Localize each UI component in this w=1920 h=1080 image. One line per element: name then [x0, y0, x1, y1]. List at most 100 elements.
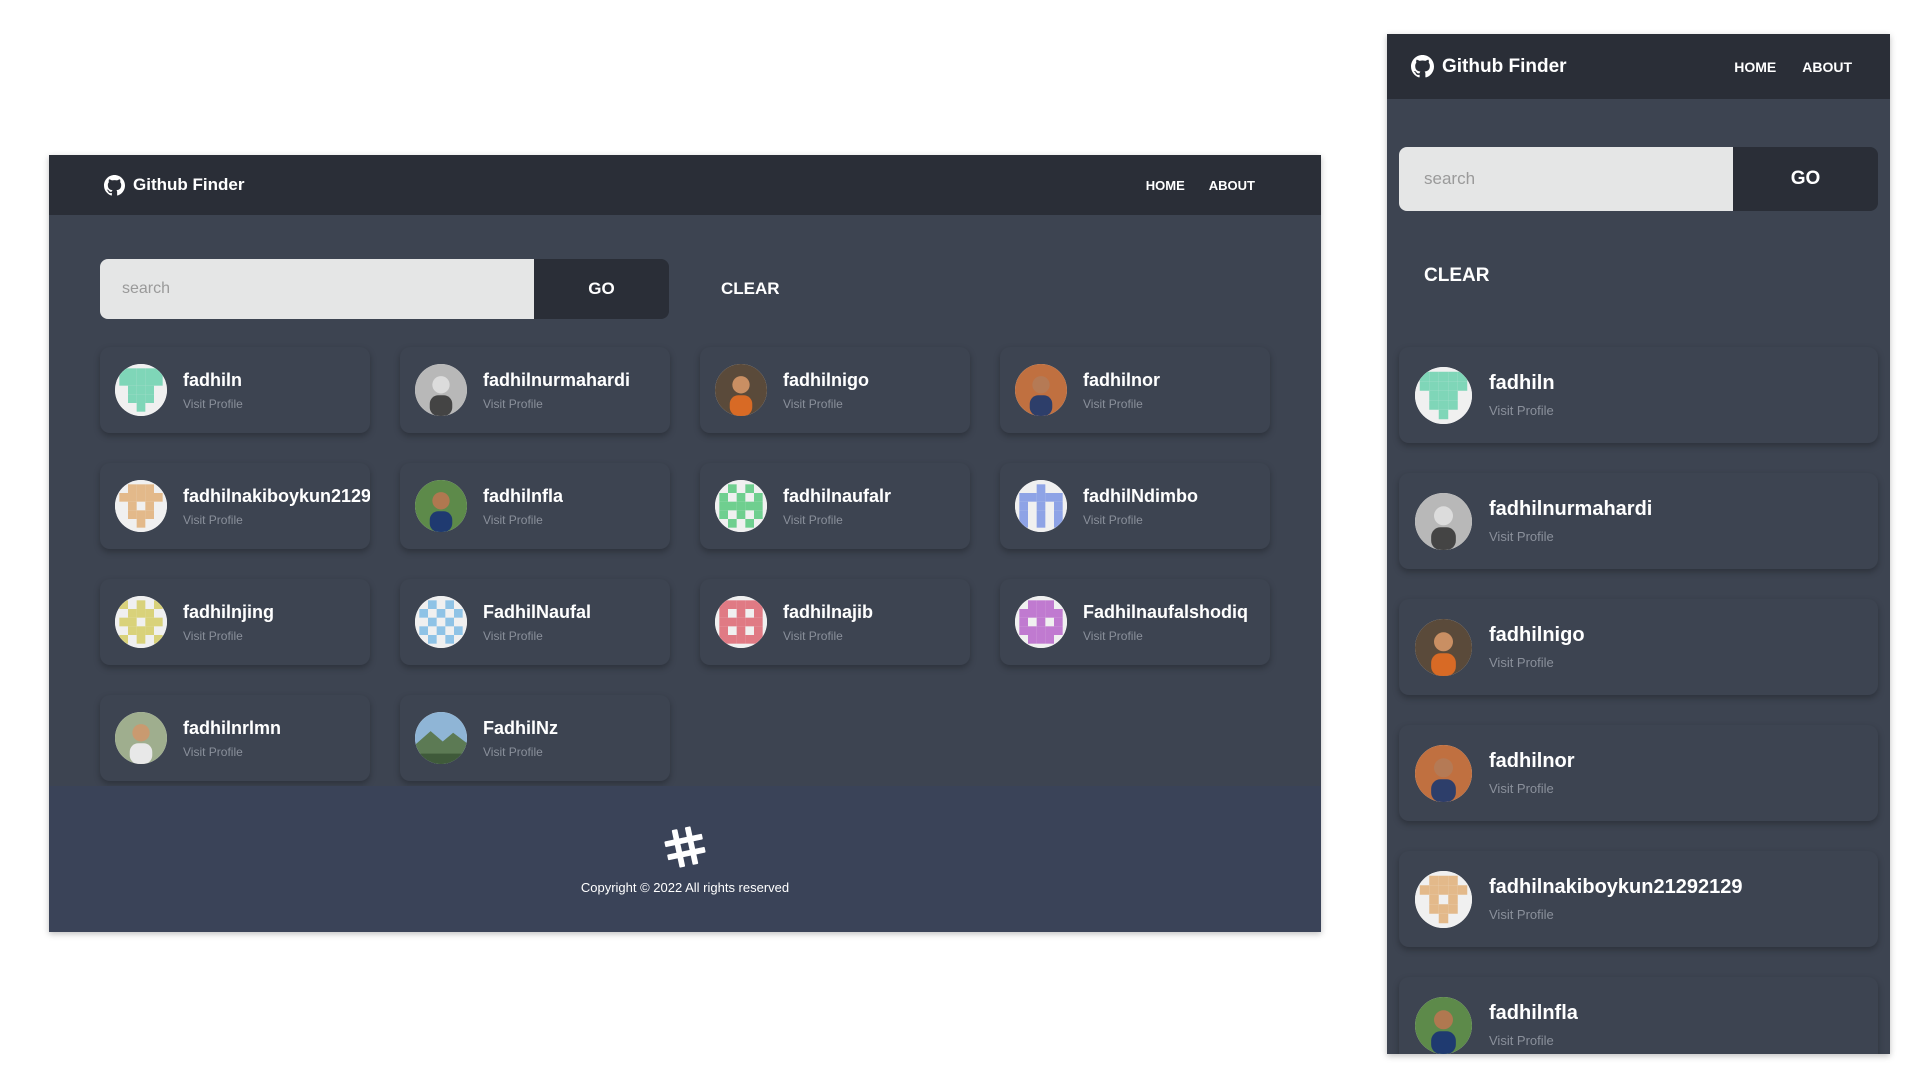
- user-avatar: [415, 364, 467, 416]
- visit-profile-link[interactable]: Visit Profile: [1083, 397, 1160, 411]
- user-card-text: fadhilnakiboykun21292129 Visit Profile: [183, 486, 370, 527]
- user-card[interactable]: fadhilnjing Visit Profile: [100, 579, 370, 665]
- brand-name: Github Finder: [133, 175, 245, 194]
- user-avatar: [1015, 480, 1067, 532]
- go-button[interactable]: GO: [534, 259, 669, 319]
- visit-profile-link[interactable]: Visit Profile: [1489, 529, 1652, 544]
- nav-home[interactable]: HOME: [1146, 178, 1185, 193]
- clear-button[interactable]: CLEAR: [721, 279, 780, 299]
- visit-profile-link[interactable]: Visit Profile: [1489, 907, 1742, 922]
- visit-profile-link[interactable]: Visit Profile: [1489, 655, 1585, 670]
- mobile-user-list: fadhiln Visit Profile fadhilnurmahardi Vis…: [1399, 347, 1878, 1054]
- user-card-text: fadhilnfla Visit Profile: [1489, 1002, 1578, 1048]
- user-card-text: fadhilnurmahardi Visit Profile: [483, 370, 630, 411]
- user-login: fadhilnurmahardi: [1489, 498, 1653, 520]
- user-card[interactable]: fadhilnigo Visit Profile: [700, 347, 970, 433]
- user-card[interactable]: fadhiln Visit Profile: [1399, 347, 1878, 443]
- visit-profile-link[interactable]: Visit Profile: [783, 397, 869, 411]
- user-card[interactable]: fadhilnrlmn Visit Profile: [100, 695, 370, 781]
- user-card[interactable]: fadhilnajib Visit Profile: [700, 579, 970, 665]
- visit-profile-link[interactable]: Visit Profile: [783, 629, 873, 643]
- user-card-text: fadhilNdimbo Visit Profile: [1083, 486, 1198, 527]
- user-card[interactable]: fadhilnfla Visit Profile: [400, 463, 670, 549]
- user-avatar: [715, 364, 767, 416]
- user-login: fadhilnakiboykun21292129: [183, 485, 370, 506]
- user-card[interactable]: fadhilnfla Visit Profile: [1399, 977, 1878, 1054]
- user-card[interactable]: FadhilNaufal Visit Profile: [400, 579, 670, 665]
- nav-home[interactable]: HOME: [1734, 59, 1776, 75]
- visit-profile-link[interactable]: Visit Profile: [783, 513, 891, 527]
- user-avatar: [415, 712, 467, 764]
- user-card[interactable]: Fadhilnaufalshodiq Visit Profile: [1000, 579, 1270, 665]
- user-avatar: [415, 596, 467, 648]
- user-login: fadhilnfla: [1489, 1002, 1578, 1024]
- user-card-text: fadhilnigo Visit Profile: [1489, 624, 1585, 670]
- visit-profile-link[interactable]: Visit Profile: [1083, 629, 1248, 643]
- user-avatar: [1415, 366, 1472, 424]
- user-card[interactable]: fadhilnurmahardi Visit Profile: [400, 347, 670, 433]
- desktop-view: Github Finder HOME ABOUT GO CLEAR fadhil…: [49, 155, 1321, 932]
- visit-profile-link[interactable]: Visit Profile: [183, 745, 281, 759]
- user-card-text: fadhilnakiboykun21292129 Visit Profile: [1489, 876, 1742, 922]
- user-login: fadhilnigo: [783, 369, 869, 390]
- user-avatar: [115, 712, 167, 764]
- visit-profile-link[interactable]: Visit Profile: [183, 629, 274, 643]
- mobile-brand[interactable]: Github Finder: [1411, 55, 1567, 78]
- user-card[interactable]: fadhilnaufalr Visit Profile: [700, 463, 970, 549]
- go-button[interactable]: GO: [1733, 147, 1878, 211]
- user-login: fadhilnor: [1489, 750, 1575, 772]
- nav-about[interactable]: ABOUT: [1802, 59, 1852, 75]
- user-avatar: [1415, 492, 1472, 550]
- user-card-text: fadhilnjing Visit Profile: [183, 602, 274, 643]
- user-card[interactable]: fadhilnakiboykun21292129 Visit Profile: [100, 463, 370, 549]
- user-card-text: fadhiln Visit Profile: [183, 370, 243, 411]
- mobile-navbar: Github Finder HOME ABOUT: [1387, 34, 1890, 99]
- user-login: FadhilNaufal: [483, 601, 592, 622]
- visit-profile-link[interactable]: Visit Profile: [483, 397, 630, 411]
- visit-profile-link[interactable]: Visit Profile: [1489, 1033, 1578, 1048]
- user-card[interactable]: fadhilnor Visit Profile: [1399, 725, 1878, 821]
- user-login: fadhilnjing: [183, 601, 274, 622]
- github-icon: [1411, 55, 1434, 78]
- user-card[interactable]: fadhiln Visit Profile: [100, 347, 370, 433]
- visit-profile-link[interactable]: Visit Profile: [1083, 513, 1198, 527]
- user-avatar: [115, 364, 167, 416]
- user-card-text: Fadhilnaufalshodiq Visit Profile: [1083, 602, 1248, 643]
- nav-about[interactable]: ABOUT: [1209, 178, 1255, 193]
- user-login: fadhilnigo: [1489, 624, 1585, 646]
- visit-profile-link[interactable]: Visit Profile: [1489, 403, 1555, 418]
- mobile-view: Github Finder HOME ABOUT GO CLEAR fadhil…: [1387, 34, 1890, 1054]
- user-login: Fadhilnaufalshodiq: [1083, 601, 1248, 622]
- footer: Copyright © 2022 All rights reserved: [49, 786, 1321, 932]
- user-login: fadhilnfla: [483, 485, 563, 506]
- user-avatar: [715, 596, 767, 648]
- user-avatar: [715, 480, 767, 532]
- visit-profile-link[interactable]: Visit Profile: [183, 513, 370, 527]
- user-card-text: FadhilNz Visit Profile: [483, 718, 558, 759]
- visit-profile-link[interactable]: Visit Profile: [483, 745, 558, 759]
- user-card[interactable]: fadhilnurmahardi Visit Profile: [1399, 473, 1878, 569]
- user-avatar: [1415, 996, 1472, 1054]
- brand[interactable]: Github Finder: [104, 174, 245, 196]
- user-avatar: [1015, 596, 1067, 648]
- visit-profile-link[interactable]: Visit Profile: [183, 397, 243, 411]
- user-login: fadhiln: [1489, 372, 1555, 394]
- visit-profile-link[interactable]: Visit Profile: [483, 629, 591, 643]
- search-input[interactable]: [100, 259, 534, 319]
- user-card[interactable]: fadhilnigo Visit Profile: [1399, 599, 1878, 695]
- user-card[interactable]: fadhilNdimbo Visit Profile: [1000, 463, 1270, 549]
- search-group: GO: [100, 259, 669, 319]
- user-login: fadhilnurmahardi: [483, 369, 631, 390]
- clear-button[interactable]: CLEAR: [1424, 265, 1489, 287]
- user-card[interactable]: FadhilNz Visit Profile: [400, 695, 670, 781]
- user-login: fadhilNdimbo: [1083, 485, 1198, 506]
- user-card-text: fadhilnor Visit Profile: [1489, 750, 1575, 796]
- navbar: Github Finder HOME ABOUT: [49, 155, 1321, 215]
- user-card[interactable]: fadhilnor Visit Profile: [1000, 347, 1270, 433]
- search-input[interactable]: [1399, 147, 1733, 211]
- user-card-text: fadhilnaufalr Visit Profile: [783, 486, 891, 527]
- visit-profile-link[interactable]: Visit Profile: [483, 513, 563, 527]
- visit-profile-link[interactable]: Visit Profile: [1489, 781, 1575, 796]
- nav-links: HOME ABOUT: [1146, 178, 1255, 193]
- user-card[interactable]: fadhilnakiboykun21292129 Visit Profile: [1399, 851, 1878, 947]
